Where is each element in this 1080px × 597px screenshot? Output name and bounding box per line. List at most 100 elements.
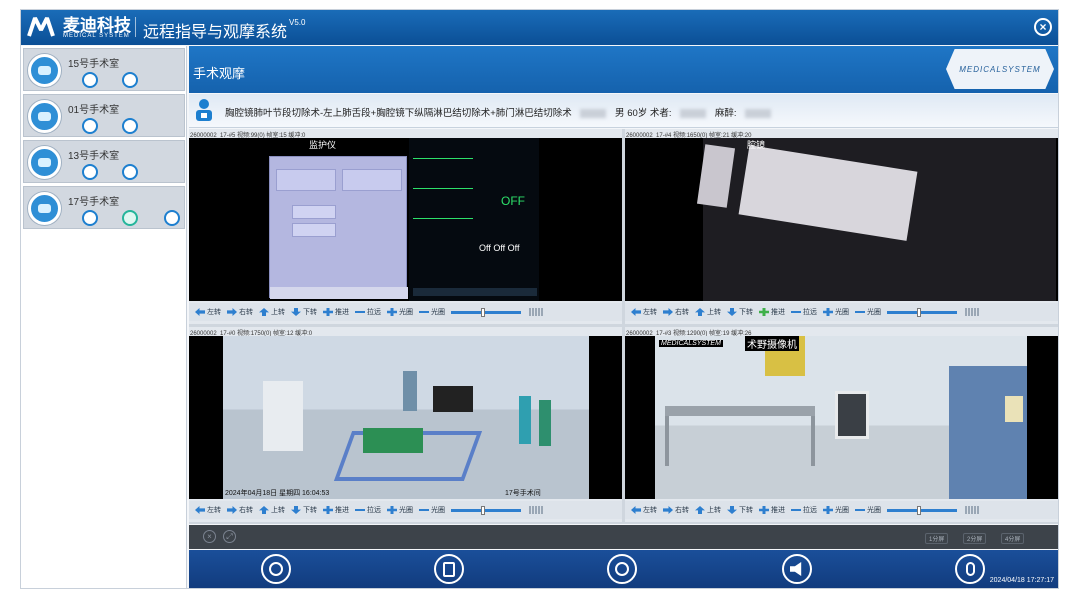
camera-icon[interactable] [122,118,138,134]
microphone-icon [965,562,975,576]
turn-down-button[interactable]: 下转 [291,307,317,317]
patient-age: 60岁 [627,108,648,119]
turn-up-button[interactable]: 上转 [259,505,285,515]
turn-left-button[interactable]: 左转 [631,505,657,515]
close-stream-icon[interactable]: × [203,530,216,543]
video-cell-field-camera: 26000002_17-#3 视频:1290(0) 帧室:19 缓冲:26 ME… [625,327,1058,522]
phone-icon[interactable] [82,118,98,134]
redacted-anesthetist [745,108,772,118]
endoscope-view [696,138,1056,301]
turn-right-button[interactable]: 右转 [227,505,253,515]
bottom-toolbar: 2024/04/18 17:27:17 [189,550,1058,588]
video-room-overlay: 17号手术间 [505,490,541,497]
zoom-out-button[interactable]: 拉远 [355,505,381,515]
iris-close-button[interactable]: 光圈 [855,505,881,515]
room-avatar-icon [28,146,61,179]
app-window: 麦迪科技 MEDICAL SYSTEM 远程指导与观摩系统V5.0 × 15号手… [20,9,1059,589]
volume-slider[interactable] [887,505,957,515]
volume-level-icon [529,308,543,316]
iris-open-button[interactable]: 光圈 [387,307,413,317]
video-feed[interactable]: 2024年04月18日 星期四 16:04:53 17号手术间 [189,336,622,499]
video-overlay-text: 腔镜 [747,140,766,150]
patient-icon [196,99,212,121]
room-item-17[interactable]: 17号手术室 [23,186,185,229]
vital-signs-panel: OFF Off Off Off [409,138,539,301]
turn-down-button[interactable]: 下转 [727,505,753,515]
close-icon[interactable]: × [1034,18,1052,36]
record-button[interactable] [261,554,291,584]
room-item-01[interactable]: 01号手术室 [23,94,185,137]
layout-4-button[interactable]: 4分屏 [1001,533,1025,544]
iris-close-button[interactable]: 光圈 [419,505,445,515]
volume-slider[interactable] [451,505,521,515]
phone-icon[interactable] [82,210,98,226]
layout-2-button[interactable]: 2分屏 [963,533,987,544]
video-grid: 26000002_17-#5 视频:99(0) 帧室:15 缓冲:0 监护仪 O… [189,129,1058,524]
zoom-out-button[interactable]: 拉远 [355,307,381,317]
turn-left-button[interactable]: 左转 [195,505,221,515]
surgeon-label: 术者: [649,108,672,119]
fullscreen-icon[interactable]: ⤢ [223,530,236,543]
iris-open-button[interactable]: 光圈 [823,505,849,515]
app-title: 远程指导与观摩系统V5.0 [143,18,305,42]
turn-down-button[interactable]: 下转 [291,505,317,515]
patient-gender: 男 [615,108,625,119]
turn-up-button[interactable]: 上转 [695,307,721,317]
video-feed[interactable]: 腔镜 [625,138,1058,301]
zoom-out-button[interactable]: 拉远 [791,505,817,515]
record-icon [269,562,283,576]
phone-icon[interactable] [82,72,98,88]
turn-up-button[interactable]: 上转 [695,505,721,515]
redacted-surgeon [680,108,707,118]
procedure-name: 胸腔镜肺叶节段切除术-左上肺舌段+胸腔镜下纵隔淋巴结切除术+肺门淋巴结切除术 [225,108,572,119]
room-avatar-icon [28,100,61,133]
turn-down-button[interactable]: 下转 [727,307,753,317]
volume-level-icon [965,308,979,316]
user-icon[interactable] [164,210,180,226]
room-item-15[interactable]: 15号手术室 [23,48,185,91]
room-item-13[interactable]: 13号手术室 [23,140,185,183]
title-separator [135,17,136,37]
speaker-button[interactable] [782,554,812,584]
zoom-out-button[interactable]: 拉远 [791,307,817,317]
camera-icon[interactable] [122,210,138,226]
turn-right-button[interactable]: 右转 [227,307,253,317]
iris-open-button[interactable]: 光圈 [387,505,413,515]
video-feed[interactable]: MEDICALSYSTEM 术野摄像机 [625,336,1058,499]
iris-open-button[interactable]: 光圈 [823,307,849,317]
video-brand-overlay: MEDICALSYSTEM [659,340,723,347]
room-name: 17号手术室 [68,197,120,208]
zoom-in-button[interactable]: 推进 [323,505,349,515]
document-button[interactable] [434,554,464,584]
turn-right-button[interactable]: 右转 [663,307,689,317]
settings-button[interactable] [607,554,637,584]
layout-1-button[interactable]: 1分屏 [925,533,949,544]
microphone-button[interactable] [955,554,985,584]
logo-mark-icon [27,17,55,37]
turn-right-button[interactable]: 右转 [663,505,689,515]
volume-slider[interactable] [451,307,521,317]
camera-icon[interactable] [122,164,138,180]
zoom-in-button[interactable]: 推进 [323,307,349,317]
room-name: 13号手术室 [68,151,120,162]
zoom-in-button[interactable]: 推进 [759,505,785,515]
field-camera-view [655,336,1027,499]
iris-close-button[interactable]: 光圈 [419,307,445,317]
volume-level-icon [529,506,543,514]
phone-icon[interactable] [82,164,98,180]
zoom-in-button[interactable]: 推进 [759,307,785,317]
room-avatar-icon [28,54,61,87]
camera-icon[interactable] [122,72,138,88]
section-title: 手术观摩 [193,66,246,81]
main-panel: 手术观摩 MEDICALSYSTEM 胸腔镜肺叶节段切除术-左上肺舌段+胸腔镜下… [189,46,1058,588]
speaker-icon [790,562,802,576]
gear-icon [615,562,629,576]
turn-left-button[interactable]: 左转 [631,307,657,317]
video-overlay-text: 监护仪 [309,140,337,150]
video-feed[interactable]: 监护仪 OFF Off Off Off [189,138,622,301]
volume-slider[interactable] [887,307,957,317]
room-list: 15号手术室 01号手术室 13号手术室 17号手术室 [21,46,187,588]
iris-close-button[interactable]: 光圈 [855,307,881,317]
turn-left-button[interactable]: 左转 [195,307,221,317]
turn-up-button[interactable]: 上转 [259,307,285,317]
